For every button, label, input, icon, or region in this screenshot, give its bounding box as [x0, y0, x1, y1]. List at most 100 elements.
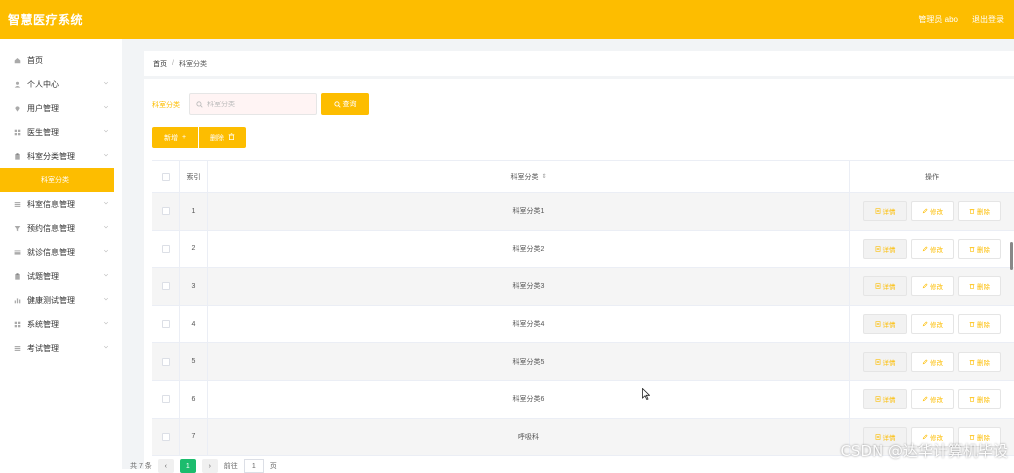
sidebar-item[interactable]: 个人中心 [0, 72, 122, 96]
chevron-down-icon [103, 80, 109, 86]
menu-icon [13, 200, 21, 208]
home-icon [13, 56, 21, 64]
detail-button[interactable]: 详情 [863, 389, 907, 409]
sidebar-item[interactable]: 首页 [0, 48, 122, 72]
row-actions: 详情 修改删除 [850, 193, 1014, 230]
sidebar-item-label: 考试管理 [27, 343, 59, 354]
sidebar-subitem[interactable]: 科室分类 [0, 168, 114, 192]
edit-label: 修改 [930, 244, 943, 254]
remove-label: 删除 [977, 394, 990, 404]
detail-button[interactable]: 详情 [863, 276, 907, 296]
edit-label: 修改 [930, 357, 943, 367]
row-index: 2 [180, 231, 208, 268]
sidebar-item[interactable]: 科室分类管理 [0, 144, 122, 168]
detail-icon [875, 396, 881, 402]
remove-button[interactable]: 删除 [958, 314, 1001, 334]
sidebar-item-label: 用户管理 [27, 103, 59, 114]
pagination: 共 7 条 ‹ 1 › 前往 1 页 [130, 459, 277, 473]
detail-button[interactable]: 详情 [863, 314, 907, 334]
sidebar-item[interactable]: 预约信息管理 [0, 216, 122, 240]
row-checkbox[interactable] [162, 320, 170, 328]
sidebar-item[interactable]: 试题管理 [0, 264, 122, 288]
logout-link[interactable]: 退出登录 [972, 14, 1004, 25]
search-box[interactable] [189, 93, 317, 115]
goto-unit: 页 [270, 461, 277, 471]
breadcrumb-home[interactable]: 首页 [153, 59, 167, 69]
sidebar-item[interactable]: 科室信息管理 [0, 192, 122, 216]
current-user[interactable]: 管理员 abo [918, 14, 958, 25]
sidebar-item[interactable]: 用户管理 [0, 96, 122, 120]
edit-button[interactable]: 修改 [911, 239, 954, 259]
sidebar-item-label: 医生管理 [27, 127, 59, 138]
scrollbar-thumb[interactable] [1010, 242, 1013, 270]
query-button[interactable]: 查询 [321, 93, 369, 115]
edit-button[interactable]: 修改 [911, 389, 954, 409]
sidebar-item-label: 科室信息管理 [27, 199, 75, 210]
detail-button[interactable]: 详情 [863, 201, 907, 221]
detail-label: 详情 [883, 244, 896, 254]
detail-icon [875, 283, 881, 289]
add-button[interactable]: 新增+ [152, 127, 198, 148]
sidebar-item[interactable]: 健康测试管理 [0, 288, 122, 312]
grid-icon [13, 320, 21, 328]
next-page-button[interactable]: › [202, 459, 218, 473]
grid-icon [13, 128, 21, 136]
edit-button[interactable]: 修改 [911, 276, 954, 296]
row-index: 3 [180, 268, 208, 305]
row-actions: 详情 修改 删除 [850, 231, 1014, 268]
remove-button[interactable]: 删除 [958, 389, 1001, 409]
sidebar-item[interactable]: 医生管理 [0, 120, 122, 144]
remove-icon [969, 246, 975, 252]
sidebar-item-label: 试题管理 [27, 271, 59, 282]
remove-button[interactable]: 删除 [958, 201, 1001, 221]
detail-button[interactable]: 详情 [863, 352, 907, 372]
row-name: 科室分类6 [208, 381, 850, 418]
row-checkbox[interactable] [162, 433, 170, 441]
detail-icon [875, 208, 881, 214]
edit-label: 修改 [930, 319, 943, 329]
top-bar: 智慧医疗系统 管理员 abo 退出登录 [0, 0, 1014, 39]
edit-label: 修改 [930, 394, 943, 404]
detail-icon [875, 434, 881, 440]
detail-icon [875, 321, 881, 327]
row-actions: 详情 修改 删除 [850, 306, 1014, 343]
row-checkbox[interactable] [162, 358, 170, 366]
chevron-down-icon [103, 344, 109, 350]
filter-icon [13, 224, 21, 232]
detail-icon [875, 359, 881, 365]
search-input[interactable] [207, 101, 307, 108]
delete-button[interactable]: 删除 [199, 127, 246, 148]
goto-input[interactable]: 1 [244, 459, 264, 473]
top-right-area: 管理员 abo 退出登录 [918, 14, 1010, 25]
goto-label: 前往 [224, 461, 238, 471]
row-checkbox[interactable] [162, 245, 170, 253]
detail-label: 详情 [883, 319, 896, 329]
clipboard-icon [13, 152, 21, 160]
chevron-down-icon [103, 320, 109, 326]
sidebar-item[interactable]: 考试管理 [0, 336, 122, 360]
edit-button[interactable]: 修改 [911, 314, 954, 334]
header-name-label: 科室分类 [510, 172, 538, 182]
row-checkbox[interactable] [162, 207, 170, 215]
detail-label: 详情 [883, 394, 896, 404]
page-button[interactable]: 1 [180, 459, 196, 473]
row-checkbox[interactable] [162, 395, 170, 403]
row-checkbox[interactable] [162, 282, 170, 290]
header-name[interactable]: 科室分类⇕ [208, 161, 850, 192]
sidebar-item[interactable]: 系统管理 [0, 312, 122, 336]
remove-button[interactable]: 删除 [958, 239, 1001, 259]
sidebar-item[interactable]: 就诊信息管理 [0, 240, 122, 264]
remove-button[interactable]: 删除 [958, 352, 1001, 372]
chevron-down-icon [103, 200, 109, 206]
edit-button[interactable]: 修改 [911, 352, 954, 372]
row-index: 4 [180, 306, 208, 343]
detail-button[interactable]: 详情 [863, 239, 907, 259]
table-row: 1科室分类1详情修改删除 [152, 193, 1014, 231]
edit-button[interactable]: 修改 [911, 201, 954, 221]
select-all-checkbox[interactable] [162, 173, 170, 181]
sort-icon[interactable]: ⇕ [541, 173, 546, 180]
remove-button[interactable]: 删除 [958, 276, 1001, 296]
prev-page-button[interactable]: ‹ [158, 459, 174, 473]
header-index: 索引 [180, 161, 208, 192]
detail-label: 详情 [883, 206, 896, 216]
